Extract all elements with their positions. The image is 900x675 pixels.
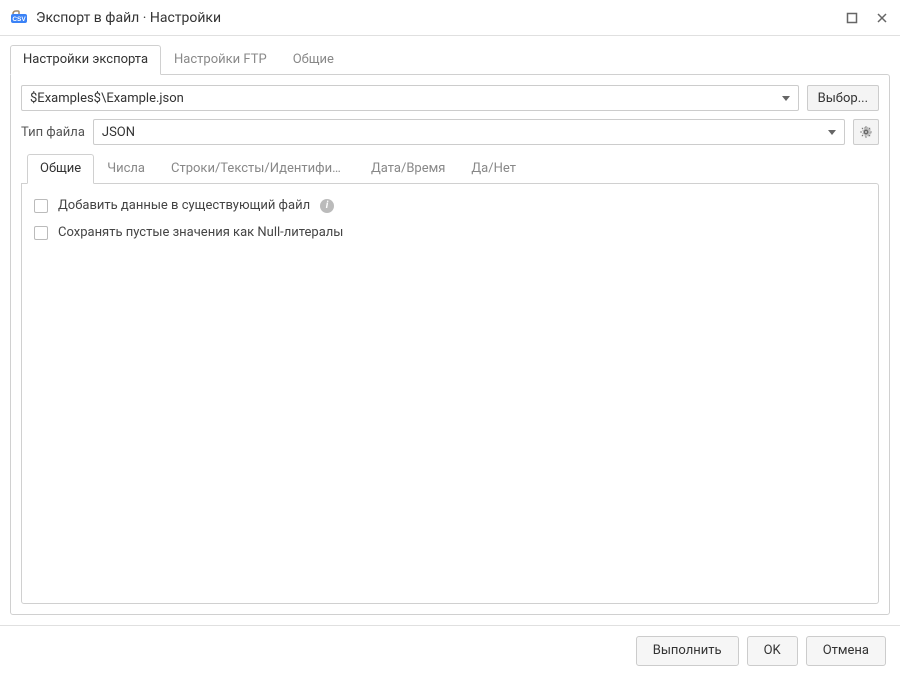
chevron-down-icon [782, 96, 790, 101]
maximize-icon[interactable] [844, 10, 860, 26]
options-panel: Общие Числа Строки/Тексты/Идентифик... Д… [21, 153, 879, 604]
option-null-literals-row: Сохранять пустые значения как Null-литер… [34, 225, 866, 240]
file-path-value: $Examples$\Example.json [30, 91, 778, 106]
gear-icon [859, 125, 873, 139]
export-settings-panel: $Examples$\Example.json Выбор... Тип фай… [10, 74, 890, 615]
close-icon[interactable] [874, 10, 890, 26]
file-type-combo[interactable]: JSON [93, 119, 845, 145]
general-tab-content: Добавить данные в существующий файл i Со… [21, 183, 879, 604]
tab-numbers[interactable]: Числа [94, 154, 158, 184]
csv-app-icon: CSV [10, 9, 28, 27]
option-append-row: Добавить данные в существующий файл i [34, 198, 866, 213]
info-icon[interactable]: i [320, 199, 334, 213]
tab-strings[interactable]: Строки/Тексты/Идентифик... [158, 154, 358, 184]
tab-general-settings[interactable]: Общие [280, 45, 347, 75]
svg-text:CSV: CSV [12, 16, 26, 23]
null-literals-label: Сохранять пустые значения как Null-литер… [58, 225, 343, 240]
tab-export-settings[interactable]: Настройки экспорта [10, 45, 161, 75]
window-controls [844, 10, 890, 26]
window-title: Экспорт в файл · Настройки [36, 10, 844, 26]
settings-button[interactable] [853, 119, 879, 145]
browse-button[interactable]: Выбор... [807, 85, 879, 111]
append-label: Добавить данные в существующий файл [58, 198, 310, 213]
append-checkbox[interactable] [34, 199, 48, 213]
tab-ftp-settings[interactable]: Настройки FTP [161, 45, 280, 75]
tab-boolean[interactable]: Да/Нет [458, 154, 529, 184]
file-path-row: $Examples$\Example.json Выбор... [21, 85, 879, 111]
outer-tab-bar: Настройки экспорта Настройки FTP Общие [0, 36, 900, 74]
dialog-footer: Выполнить OK Отмена [0, 625, 900, 675]
cancel-button[interactable]: Отмена [806, 636, 886, 666]
null-literals-checkbox[interactable] [34, 226, 48, 240]
ok-button[interactable]: OK [747, 636, 798, 666]
file-path-input[interactable]: $Examples$\Example.json [21, 85, 799, 111]
file-type-value: JSON [102, 125, 824, 140]
tab-general[interactable]: Общие [27, 154, 94, 184]
file-type-label: Тип файла [21, 125, 85, 140]
inner-tab-bar: Общие Числа Строки/Тексты/Идентифик... Д… [21, 153, 879, 183]
chevron-down-icon [828, 130, 836, 135]
titlebar: CSV Экспорт в файл · Настройки [0, 0, 900, 36]
run-button[interactable]: Выполнить [636, 636, 739, 666]
tab-datetime[interactable]: Дата/Время [358, 154, 458, 184]
file-type-row: Тип файла JSON [21, 119, 879, 145]
